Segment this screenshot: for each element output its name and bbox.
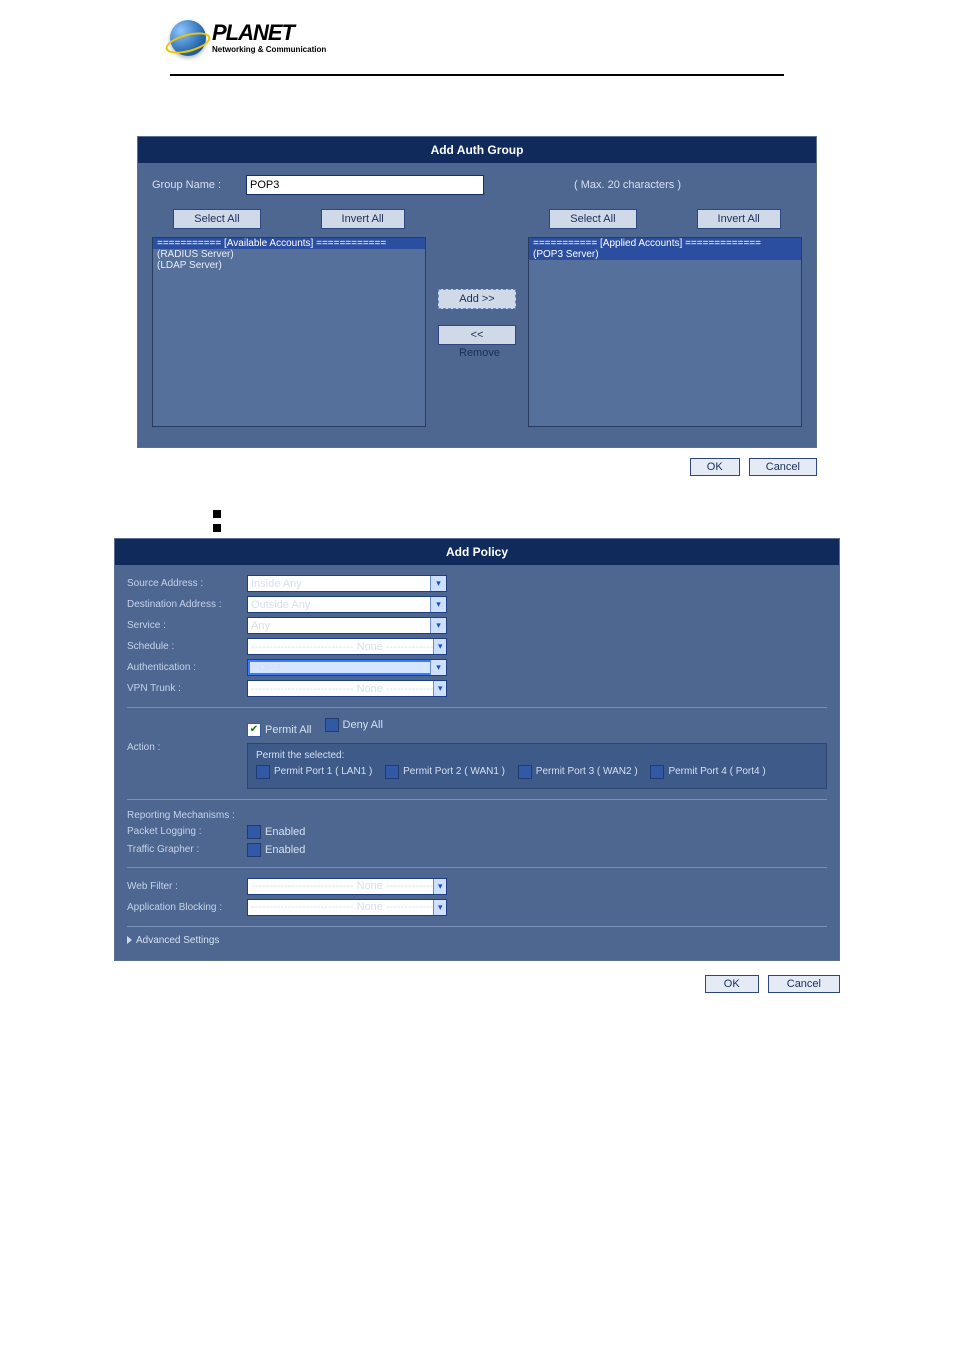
checkbox-icon bbox=[325, 718, 339, 732]
list-item[interactable]: (RADIUS Server) bbox=[153, 249, 425, 260]
header-divider bbox=[170, 74, 784, 76]
permit-port-1-checkbox[interactable]: Permit Port 1 ( LAN1 ) bbox=[256, 765, 372, 779]
permit-port-4-checkbox[interactable]: Permit Port 4 ( Port4 ) bbox=[650, 765, 765, 779]
traffic-grapher-label: Traffic Grapher : bbox=[127, 844, 247, 855]
schedule-label: Schedule : bbox=[127, 641, 247, 652]
bullet-list bbox=[137, 510, 817, 532]
divider bbox=[127, 926, 827, 927]
permit-port-3-checkbox[interactable]: Permit Port 3 ( WAN2 ) bbox=[518, 765, 638, 779]
applied-select-all-button[interactable]: Select All bbox=[549, 209, 636, 229]
web-filter-label: Web Filter : bbox=[127, 881, 247, 892]
chevron-down-icon: ▾ bbox=[433, 900, 446, 915]
checkbox-checked-icon: ✔ bbox=[247, 723, 261, 737]
available-select-all-button[interactable]: Select All bbox=[173, 209, 260, 229]
vpn-trunk-label: VPN Trunk : bbox=[127, 683, 247, 694]
group-name-label: Group Name : bbox=[152, 179, 236, 191]
list-header: =========== [Applied Accounts] =========… bbox=[529, 238, 801, 249]
advanced-settings-toggle[interactable]: Advanced Settings bbox=[127, 935, 827, 946]
reporting-mechanisms-label: Reporting Mechanisms : bbox=[127, 810, 267, 821]
packet-logging-checkbox[interactable]: Enabled bbox=[247, 825, 305, 839]
applied-invert-all-button[interactable]: Invert All bbox=[697, 209, 781, 229]
traffic-grapher-checkbox[interactable]: Enabled bbox=[247, 843, 305, 857]
triangle-right-icon bbox=[127, 936, 132, 944]
available-accounts-list[interactable]: =========== [Available Accounts] =======… bbox=[152, 237, 426, 427]
permit-selected-box: Permit the selected: Permit Port 1 ( LAN… bbox=[247, 743, 827, 789]
list-item[interactable]: (POP3 Server) bbox=[529, 249, 801, 260]
source-address-select[interactable]: Inside Any ▾ bbox=[247, 575, 447, 592]
schedule-select[interactable]: ---------------------------- None ------… bbox=[247, 638, 447, 655]
list-header: =========== [Available Accounts] =======… bbox=[153, 238, 425, 249]
permit-all-checkbox[interactable]: ✔ Permit All bbox=[247, 723, 311, 737]
packet-logging-label: Packet Logging : bbox=[127, 826, 247, 837]
action-label: Action : bbox=[127, 718, 247, 753]
bullet-icon bbox=[213, 510, 221, 518]
auth-group-ok-button[interactable]: OK bbox=[690, 458, 740, 476]
divider bbox=[127, 867, 827, 868]
checkbox-icon bbox=[247, 825, 261, 839]
chevron-down-icon: ▾ bbox=[433, 639, 446, 654]
destination-address-select[interactable]: Outside Any ▾ bbox=[247, 596, 447, 613]
group-name-input[interactable] bbox=[246, 175, 484, 195]
list-item[interactable]: (LDAP Server) bbox=[153, 260, 425, 271]
deny-all-checkbox[interactable]: Deny All bbox=[325, 718, 383, 732]
checkbox-icon bbox=[256, 765, 270, 779]
checkbox-icon bbox=[650, 765, 664, 779]
permit-selected-label: Permit the selected: bbox=[256, 750, 818, 761]
destination-address-label: Destination Address : bbox=[127, 599, 247, 610]
application-blocking-label: Application Blocking : bbox=[127, 902, 247, 913]
authentication-label: Authentication : bbox=[127, 662, 247, 673]
service-select[interactable]: Any ▾ bbox=[247, 617, 447, 634]
chevron-down-icon: ▾ bbox=[433, 681, 446, 696]
panel-title-add-policy: Add Policy bbox=[115, 539, 839, 565]
vpn-trunk-select[interactable]: ---------------------------- None ------… bbox=[247, 680, 447, 697]
chevron-down-icon: ▾ bbox=[430, 576, 446, 591]
add-policy-panel: Add Policy Source Address : Inside Any ▾… bbox=[114, 538, 840, 961]
group-name-hint: ( Max. 20 characters ) bbox=[574, 179, 681, 191]
web-filter-select[interactable]: ---------------------------- None ------… bbox=[247, 878, 447, 895]
bullet-icon bbox=[213, 524, 221, 532]
service-label: Service : bbox=[127, 620, 247, 631]
add-auth-group-panel: Add Auth Group Group Name : ( Max. 20 ch… bbox=[137, 136, 817, 448]
policy-cancel-button[interactable]: Cancel bbox=[768, 975, 840, 993]
chevron-down-icon: ▾ bbox=[430, 597, 446, 612]
policy-ok-button[interactable]: OK bbox=[705, 975, 759, 993]
checkbox-icon bbox=[518, 765, 532, 779]
logo-title: PLANET bbox=[212, 22, 326, 44]
checkbox-icon bbox=[385, 765, 399, 779]
applied-accounts-list[interactable]: =========== [Applied Accounts] =========… bbox=[528, 237, 802, 427]
application-blocking-select[interactable]: ---------------------------- None ------… bbox=[247, 899, 447, 916]
panel-title-auth-group: Add Auth Group bbox=[138, 137, 816, 163]
brand-logo: PLANET Networking & Communication bbox=[170, 20, 954, 56]
divider bbox=[127, 799, 827, 800]
add-button[interactable]: Add >> bbox=[438, 289, 516, 309]
authentication-select[interactable]: POP3 ▾ bbox=[247, 659, 447, 676]
chevron-down-icon: ▾ bbox=[433, 879, 446, 894]
remove-button[interactable]: << Remove bbox=[438, 325, 516, 345]
chevron-down-icon: ▾ bbox=[430, 660, 446, 675]
source-address-label: Source Address : bbox=[127, 578, 247, 589]
auth-group-cancel-button[interactable]: Cancel bbox=[749, 458, 817, 476]
available-invert-all-button[interactable]: Invert All bbox=[321, 209, 405, 229]
permit-port-2-checkbox[interactable]: Permit Port 2 ( WAN1 ) bbox=[385, 765, 505, 779]
header-logo-area: PLANET Networking & Communication bbox=[0, 0, 954, 66]
chevron-down-icon: ▾ bbox=[430, 618, 446, 633]
checkbox-icon bbox=[247, 843, 261, 857]
logo-subtitle: Networking & Communication bbox=[212, 46, 326, 54]
divider bbox=[127, 707, 827, 708]
globe-icon bbox=[170, 20, 206, 56]
